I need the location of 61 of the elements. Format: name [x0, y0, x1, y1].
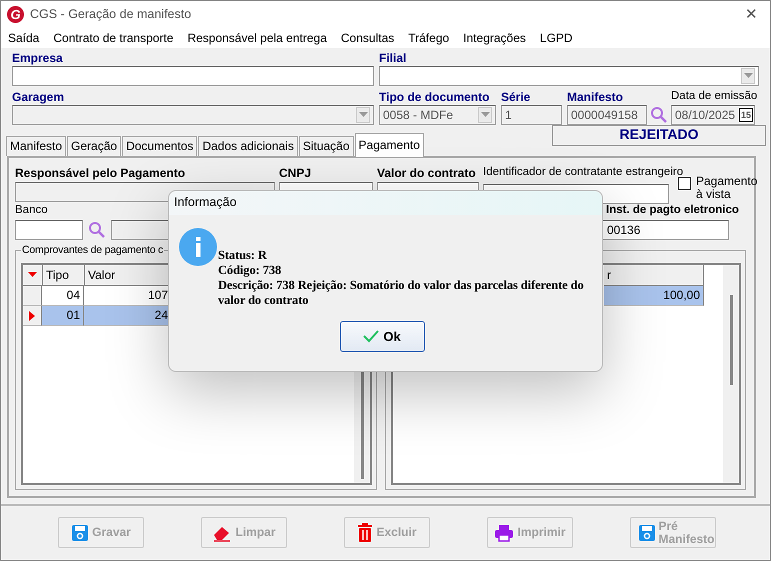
date-field[interactable]: 08/10/2025 15 — [671, 105, 755, 125]
check-icon — [363, 330, 380, 343]
menu-item[interactable]: Responsável pela entrega — [187, 30, 327, 46]
tab[interactable]: Dados adicionais — [198, 136, 298, 156]
ok-button[interactable]: Ok — [340, 321, 424, 352]
sort-indicator-icon[interactable] — [23, 265, 43, 286]
search-icon[interactable] — [88, 221, 106, 239]
status-label: REJEITADO — [552, 125, 766, 146]
tab[interactable]: Pagamento — [354, 133, 424, 157]
row-indicator[interactable] — [23, 286, 42, 306]
column-header[interactable]: Tipo — [43, 265, 85, 286]
trash-icon — [357, 523, 374, 542]
scrollbar[interactable] — [723, 265, 739, 483]
window-title: CGS - Geração de manifesto — [30, 7, 192, 22]
field-label: CNPJ — [279, 166, 312, 182]
logo-icon: G — [7, 6, 24, 23]
tab[interactable]: Geração — [67, 136, 122, 156]
calendar-icon[interactable]: 15 — [738, 108, 753, 122]
field-label: Banco — [15, 204, 48, 218]
column-header[interactable]: r — [604, 265, 704, 286]
menu-item[interactable]: Integrações — [463, 30, 526, 46]
field-label: Inst. de pagto eletronico — [606, 204, 739, 218]
filial-dropdown[interactable] — [379, 66, 759, 86]
group-label: Comprovantes de pagamento c — [21, 244, 164, 257]
table-cell: 01 — [42, 306, 84, 326]
printer-icon — [494, 524, 514, 542]
field-label: Filial — [379, 51, 406, 66]
field-label: Identificador de contratante estrangeiro — [483, 166, 684, 180]
serie-field[interactable]: 1 — [501, 105, 562, 125]
dialog-text: Status: R — [218, 248, 268, 263]
close-button[interactable]: ✕ — [739, 6, 764, 24]
checkbox[interactable] — [678, 177, 691, 190]
tab[interactable]: Documentos — [122, 136, 198, 156]
banco-field[interactable] — [15, 220, 83, 240]
field-label: Garagem — [12, 90, 64, 105]
dialog-text: Código: 738 — [218, 263, 282, 278]
field-label: Tipo de documento — [379, 90, 490, 105]
menu-item[interactable]: Tráfego — [408, 30, 450, 46]
table-cell: 100,00 — [604, 286, 704, 306]
search-icon[interactable] — [650, 106, 668, 124]
manifesto-field[interactable]: 0000049158 — [567, 105, 647, 125]
garagem-dropdown[interactable] — [12, 105, 374, 125]
info-icon — [179, 228, 217, 266]
field-label: Valor do contrato — [377, 166, 476, 182]
field-label: Série — [501, 90, 530, 105]
checkbox-label: Pagamento à vista — [696, 175, 756, 203]
menu-item[interactable]: Consultas — [340, 30, 394, 46]
tab[interactable]: Manifesto — [6, 136, 66, 156]
row-indicator[interactable] — [23, 306, 42, 326]
field-label: Responsável pelo Pagamento — [15, 166, 186, 182]
field-label: Manifesto — [567, 90, 624, 105]
menu-item[interactable]: Contrato de transporte — [53, 30, 174, 46]
field-label: Data de emissão — [671, 90, 758, 104]
tab[interactable]: Situação — [298, 136, 354, 156]
field-label: Empresa — [12, 51, 63, 66]
menu-item[interactable]: Saída — [8, 30, 40, 46]
empresa-field[interactable] — [12, 66, 374, 86]
dialog-title: Informação — [169, 191, 602, 215]
dialog-text: Descrição: 738 Rejeição: Somatório do valor das parcelas diferente do valor do contrato — [218, 278, 585, 308]
tipo-dropdown[interactable]: 0058 - MDFe — [379, 105, 496, 125]
menu-item[interactable]: LGPD — [540, 30, 573, 46]
